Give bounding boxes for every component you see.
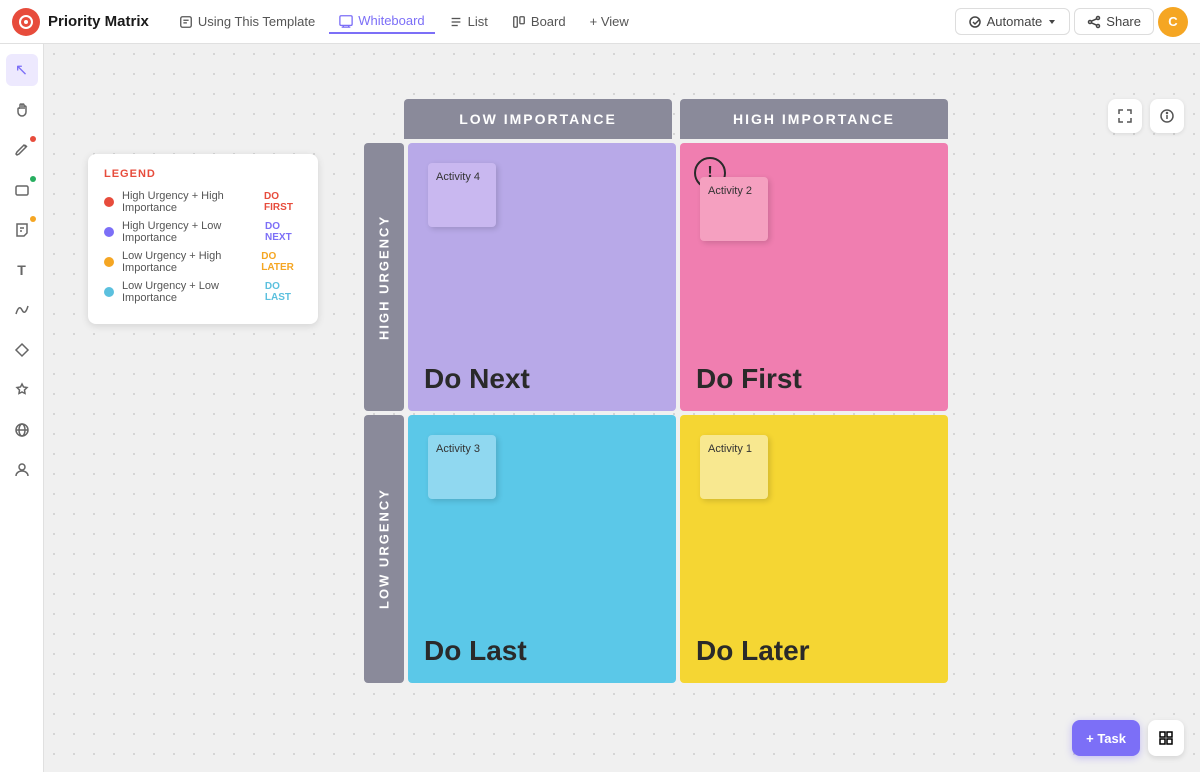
topnav: Priority Matrix Using This Template Whit… — [0, 0, 1200, 44]
low-urgency-label: LOW URGENCY — [364, 415, 404, 683]
legend-item-0: High Urgency + High Importance DO FIRST — [104, 190, 302, 214]
legend-title: LEGEND — [104, 168, 302, 180]
sidebar-magic-tool[interactable] — [6, 374, 38, 406]
legend-item-2: Low Urgency + High Importance DO LATER — [104, 250, 302, 274]
sidebar-draw-tool[interactable] — [6, 294, 38, 326]
sidebar-shapes-tool[interactable] — [6, 334, 38, 366]
legend-dot-1 — [104, 227, 114, 237]
priority-matrix: LOW IMPORTANCE HIGH IMPORTANCE HIGH URGE… — [364, 99, 948, 683]
low-urgency-row: Activity 3 Do Last Activity 1 Do Later — [408, 415, 948, 683]
legend-dot-3 — [104, 287, 114, 297]
do-last-label: Do Last — [424, 635, 527, 667]
matrix-cells: Activity 4 Do Next ! Activity 2 Do First — [408, 143, 948, 683]
low-importance-header: LOW IMPORTANCE — [404, 99, 672, 139]
share-button[interactable]: Share — [1074, 8, 1154, 35]
cell-do-first[interactable]: ! Activity 2 Do First — [680, 143, 948, 411]
sidebar-hand-tool[interactable] — [6, 94, 38, 126]
sidebar-user-tool[interactable] — [6, 454, 38, 486]
app-logo — [12, 8, 40, 36]
legend-item-3: Low Urgency + Low Importance DO LAST — [104, 280, 302, 304]
main-area: ↖ T — [0, 44, 1200, 772]
cell-do-last[interactable]: Activity 3 Do Last — [408, 415, 676, 683]
pen-dot — [30, 136, 36, 142]
high-urgency-row: Activity 4 Do Next ! Activity 2 Do First — [408, 143, 948, 411]
do-later-label: Do Later — [696, 635, 810, 667]
high-importance-header: HIGH IMPORTANCE — [680, 99, 948, 139]
legend-dot-0 — [104, 197, 114, 207]
bottom-actions: + Task — [1072, 720, 1184, 756]
note-dot — [30, 216, 36, 222]
cell-do-next[interactable]: Activity 4 Do Next — [408, 143, 676, 411]
legend-item-1: High Urgency + Low Importance DO NEXT — [104, 220, 302, 244]
sidebar-globe-tool[interactable] — [6, 414, 38, 446]
avatar[interactable]: C — [1158, 7, 1188, 37]
cell-do-later[interactable]: Activity 1 Do Later — [680, 415, 948, 683]
activity4-note[interactable]: Activity 4 — [428, 163, 496, 227]
rect-dot — [30, 176, 36, 182]
fit-view-button[interactable] — [1108, 99, 1142, 133]
page-title: Priority Matrix — [48, 13, 149, 30]
nav-add-view[interactable]: + View — [580, 10, 639, 33]
info-button[interactable] — [1150, 99, 1184, 133]
nav-list[interactable]: List — [439, 10, 498, 33]
do-first-label: Do First — [696, 363, 802, 395]
sidebar-text-tool[interactable]: T — [6, 254, 38, 286]
sidebar-cursor-tool[interactable]: ↖ — [6, 54, 38, 86]
row-labels: HIGH URGENCY LOW URGENCY — [364, 143, 404, 683]
sidebar: ↖ T — [0, 44, 44, 772]
matrix-body: HIGH URGENCY LOW URGENCY Activity 4 — [364, 143, 948, 683]
nav-using-template[interactable]: Using This Template — [169, 10, 325, 33]
nav-whiteboard[interactable]: Whiteboard — [329, 9, 434, 34]
activity2-note[interactable]: Activity 2 — [700, 177, 768, 241]
canvas[interactable]: LEGEND High Urgency + High Importance DO… — [44, 44, 1200, 772]
add-task-button[interactable]: + Task — [1072, 720, 1140, 756]
grid-view-button[interactable] — [1148, 720, 1184, 756]
legend-dot-2 — [104, 257, 114, 267]
high-urgency-label: HIGH URGENCY — [364, 143, 404, 411]
canvas-controls — [1108, 99, 1184, 133]
activity1-note[interactable]: Activity 1 — [700, 435, 768, 499]
automate-button[interactable]: Automate — [955, 8, 1071, 35]
nav-board[interactable]: Board — [502, 10, 576, 33]
legend-panel: LEGEND High Urgency + High Importance DO… — [88, 154, 318, 324]
column-headers: LOW IMPORTANCE HIGH IMPORTANCE — [404, 99, 948, 139]
do-next-label: Do Next — [424, 363, 530, 395]
activity3-note[interactable]: Activity 3 — [428, 435, 496, 499]
